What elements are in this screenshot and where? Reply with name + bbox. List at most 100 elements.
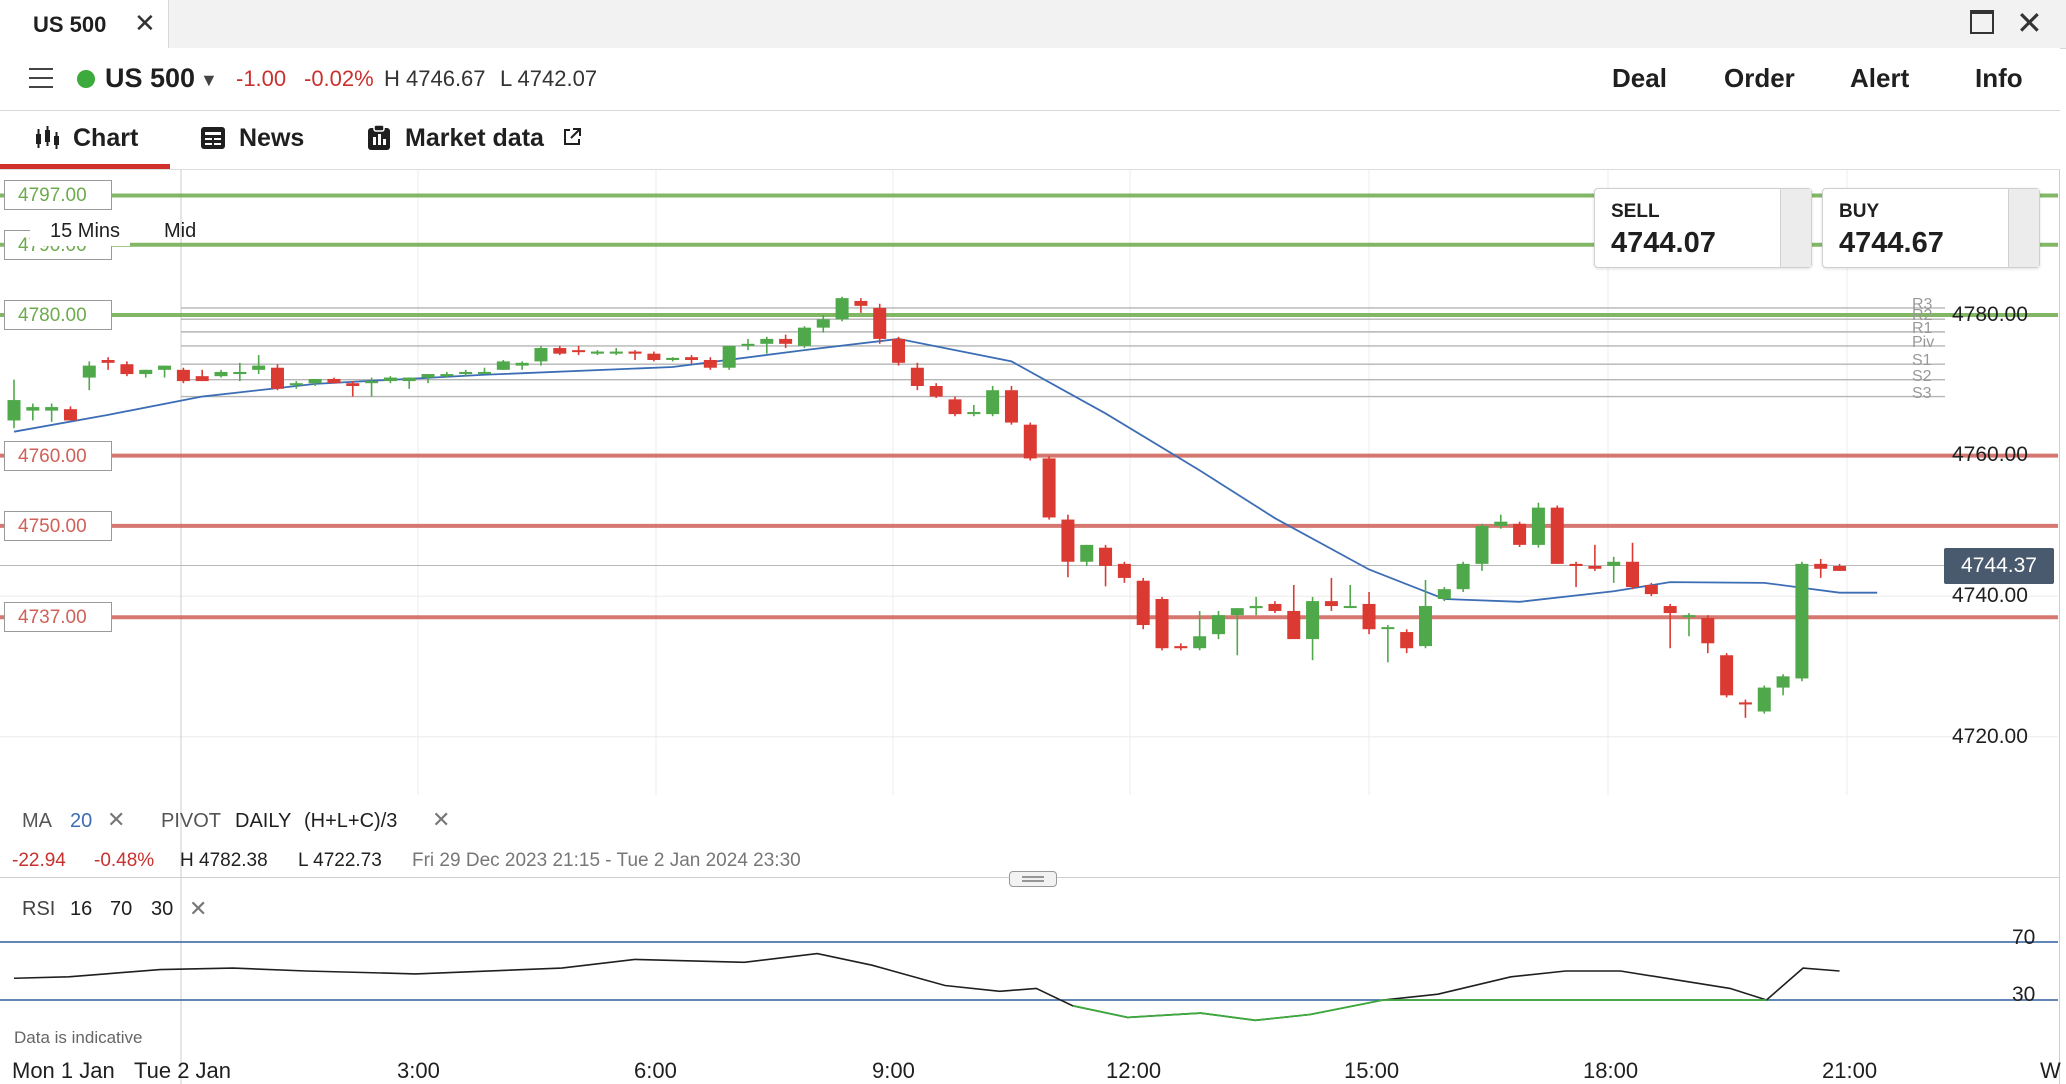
candle-down — [572, 350, 586, 353]
remove-ma-icon[interactable]: ✕ — [107, 807, 125, 833]
candle-down — [1513, 523, 1527, 545]
candle-up — [1795, 563, 1809, 679]
pivot-period[interactable]: DAILY — [235, 810, 291, 833]
candle-down — [628, 351, 642, 354]
last-price-marker: 4744.37 — [1944, 548, 2054, 584]
candle-up — [7, 400, 21, 421]
candle-up — [1531, 507, 1545, 545]
candle-up — [609, 351, 623, 354]
rsi-axis-label: 70 — [2012, 926, 2036, 949]
level-price-label[interactable]: 4737.00 — [4, 602, 112, 633]
candle-down — [854, 300, 868, 306]
price-axis-label: 4720.00 — [1952, 725, 2028, 748]
candle-up — [26, 407, 40, 411]
candle-down — [63, 409, 77, 421]
candle-down — [346, 383, 360, 387]
candle-up — [816, 319, 830, 328]
candle-up — [1343, 606, 1357, 609]
data-disclaimer: Data is indicative — [14, 1028, 143, 1047]
candle-up — [158, 365, 172, 370]
remove-pivot-icon[interactable]: ✕ — [432, 807, 450, 833]
candle-up — [478, 371, 491, 374]
price-axis-label: 4760.00 — [1952, 443, 2028, 466]
buy-button[interactable]: BUY 4744.67 — [1822, 188, 2040, 268]
candle-up — [741, 343, 755, 346]
level-price-label[interactable]: 4780.00 — [4, 300, 112, 330]
candle-up — [666, 357, 680, 360]
candle-down — [1004, 390, 1018, 423]
candle-down — [703, 359, 717, 368]
candle-down — [1362, 603, 1376, 630]
candle-down — [647, 353, 661, 360]
candle-up — [1306, 601, 1320, 640]
candle-up — [1682, 615, 1696, 618]
rsi-lower-level[interactable]: 30 — [151, 898, 173, 921]
sell-button[interactable]: SELL 4744.07 — [1594, 188, 1812, 268]
candle-up — [1437, 589, 1451, 600]
ma-period[interactable]: 20 — [70, 810, 92, 833]
timeframe-selector[interactable]: 15 Mins — [30, 216, 131, 246]
candle-down — [1644, 584, 1658, 595]
candle-down — [779, 338, 793, 344]
sell-label: SELL — [1611, 201, 1660, 222]
candle-down — [910, 367, 924, 387]
pane-resize-handle[interactable] — [1009, 871, 1057, 887]
candle-down — [120, 364, 134, 375]
pivot-level-label: Piv — [1912, 333, 1935, 351]
rsi-upper-level[interactable]: 70 — [110, 898, 132, 921]
rsi-period[interactable]: 16 — [70, 898, 92, 921]
candle-up — [1080, 544, 1094, 562]
candle-up — [233, 371, 247, 375]
candle-up — [1475, 525, 1489, 564]
rsi-line — [13, 952, 1840, 1022]
candle-down — [948, 399, 962, 415]
candle-down — [1099, 547, 1113, 566]
level-price-label[interactable]: 4750.00 — [4, 510, 112, 541]
candle-up — [440, 374, 454, 377]
candle-up — [496, 361, 510, 370]
x-axis-label: 12:00 — [1106, 1058, 1162, 1083]
x-axis-label: 15:00 — [1344, 1058, 1400, 1083]
candle-down — [685, 357, 699, 360]
candle-down — [176, 369, 190, 382]
candle-down — [1174, 646, 1188, 649]
candle-down — [1042, 458, 1056, 518]
candle-down — [553, 348, 567, 354]
candle-down — [1550, 507, 1564, 564]
rsi-oversold-segment — [1072, 999, 1767, 1022]
x-axis-label: Tue 2 Jan — [134, 1058, 232, 1083]
candle-up — [590, 351, 604, 354]
price-mode-selector[interactable]: Mid — [164, 216, 196, 246]
candle-up — [1230, 608, 1244, 616]
x-axis-label: 3:00 — [397, 1058, 440, 1083]
level-price-label[interactable]: 4797.00 — [4, 180, 112, 211]
candle-up — [139, 369, 153, 375]
candle-up — [1419, 606, 1432, 647]
candle-up — [835, 298, 849, 320]
pivot-legend-label: PIVOT — [161, 810, 222, 832]
candle-down — [1061, 519, 1075, 562]
price-chart[interactable] — [0, 0, 2066, 1084]
candle-up — [1211, 615, 1225, 635]
pivot-formula[interactable]: (H+L+C)/3 — [304, 810, 397, 833]
candle-up — [1494, 521, 1508, 526]
candle-up — [214, 371, 228, 377]
candle-up — [383, 377, 397, 382]
candle-down — [929, 386, 943, 397]
sell-stub — [1780, 189, 1811, 267]
summary-change-abs: -22.94 — [12, 850, 66, 871]
candle-up — [1193, 636, 1207, 649]
level-price-label[interactable]: 4760.00 — [4, 440, 112, 471]
candle-up — [45, 407, 59, 411]
rsi-legend-label: RSI — [22, 898, 56, 920]
x-axis-label: 6:00 — [634, 1058, 677, 1083]
candle-up — [1607, 561, 1621, 566]
remove-rsi-icon[interactable]: ✕ — [189, 896, 207, 922]
candle-down — [1720, 655, 1734, 696]
candle-up — [760, 338, 774, 344]
candle-down — [270, 367, 284, 389]
x-axis-label: 18:00 — [1583, 1058, 1639, 1083]
candle-down — [873, 307, 887, 339]
summary-high: H 4782.38 — [180, 850, 268, 871]
x-axis-label: 21:00 — [1822, 1058, 1878, 1083]
